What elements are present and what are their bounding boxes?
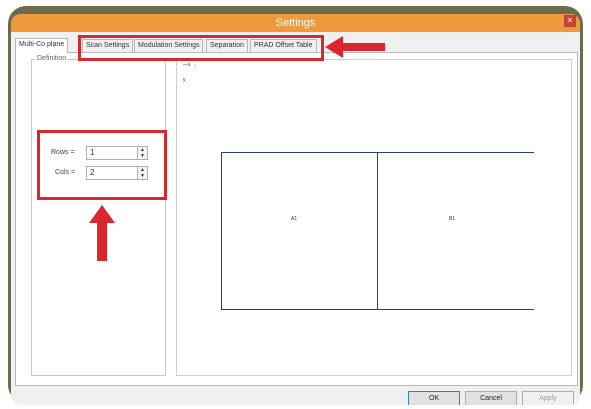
tabs-arrow-icon: [325, 36, 385, 58]
close-button[interactable]: ✕: [564, 15, 576, 27]
y-axis-indicator: y: [183, 77, 186, 83]
apply-button[interactable]: Apply: [522, 391, 574, 405]
plane-grid: [221, 152, 534, 310]
tabs-highlight-box: [78, 35, 324, 61]
grid-divider: [377, 153, 378, 309]
x-axis-indicator: —x →: [183, 62, 197, 68]
title-bar: Settings ✕: [11, 14, 580, 32]
definition-group-label: Definition: [35, 55, 69, 62]
grid-cell-b1[interactable]: B1: [449, 216, 455, 222]
tab-multi-coplane[interactable]: Multi-Co plane: [15, 38, 69, 53]
definition-arrow-icon: [89, 205, 115, 261]
window-title: Settings: [275, 17, 316, 29]
definition-highlight-box: [37, 130, 167, 200]
grid-cell-a1[interactable]: A1: [291, 216, 297, 222]
ok-button[interactable]: OK: [408, 391, 460, 405]
cancel-button[interactable]: Cancel: [465, 391, 517, 405]
